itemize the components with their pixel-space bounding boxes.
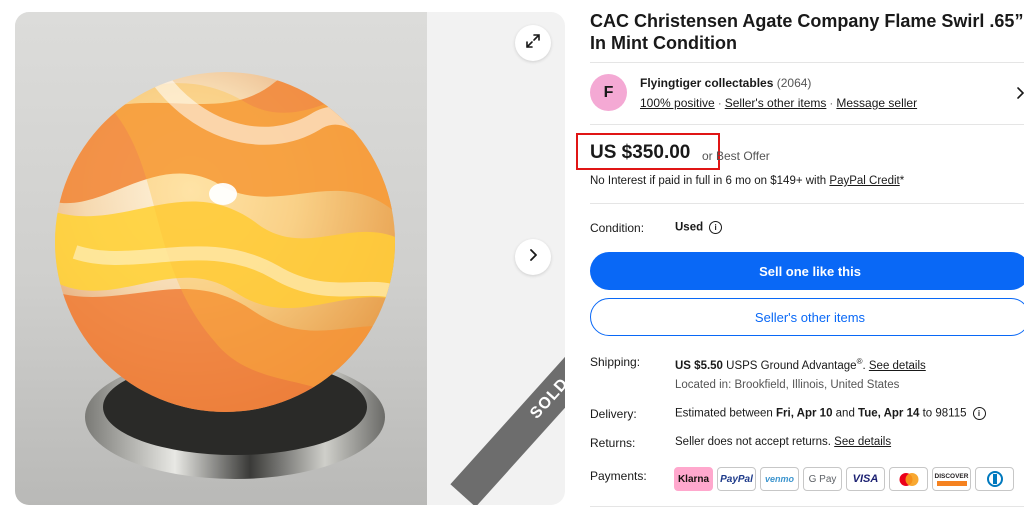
chevron-right-icon xyxy=(526,248,540,267)
delivery-suffix: to 98115 xyxy=(919,407,967,420)
venmo-icon: venmo xyxy=(760,467,799,491)
returns-value: Seller does not accept returns. See deta… xyxy=(675,436,891,448)
info-icon[interactable]: i xyxy=(709,221,723,234)
seller-name-row: Flyingtiger collectables (2064) xyxy=(640,76,811,90)
delivery-date-end: Tue, Apr 14 xyxy=(858,407,920,420)
paypal-credit-link[interactable]: PayPal Credit xyxy=(829,175,899,187)
divider xyxy=(590,62,1024,63)
shipping-value: US $5.50 USPS Ground Advantage®. See det… xyxy=(675,357,926,372)
divider xyxy=(590,124,1024,125)
next-image-button[interactable] xyxy=(515,239,551,275)
payment-methods: Klarna PayPal venmo G Pay VISA DISCOVER xyxy=(674,467,1014,491)
delivery-prefix: Estimated between xyxy=(675,407,777,420)
image-gallery: SOLD xyxy=(15,12,565,505)
delivery-date-start: Fri, Apr 10 xyxy=(776,407,833,420)
shipping-service: USPS Ground Advantage xyxy=(722,359,857,372)
returns-text: Seller does not accept returns. xyxy=(675,436,835,448)
best-offer-text: or Best Offer xyxy=(702,149,770,163)
seller-name[interactable]: Flyingtiger collectables xyxy=(640,76,773,90)
sold-label: SOLD xyxy=(527,374,565,423)
seller-links: 100% positive · Seller's other items · Messa… xyxy=(640,96,917,110)
expand-icon xyxy=(525,33,541,54)
shipping-details-link[interactable]: See details xyxy=(869,360,926,372)
divider xyxy=(590,506,1024,507)
seller-avatar[interactable]: F xyxy=(590,74,627,111)
mastercard-icon xyxy=(889,467,928,491)
info-icon[interactable]: i xyxy=(972,407,986,420)
sold-ribbon: SOLD xyxy=(450,291,565,505)
expand-image-button[interactable] xyxy=(515,25,551,61)
financing-text: No Interest if paid in full in 6 mo on $… xyxy=(590,175,904,187)
payments-label: Payments: xyxy=(590,469,647,483)
diners-club-icon xyxy=(975,467,1014,491)
google-pay-icon: G Pay xyxy=(803,467,842,491)
condition-value: Used i xyxy=(675,221,723,234)
message-seller-link[interactable]: Message seller xyxy=(836,96,917,110)
shipping-label: Shipping: xyxy=(590,355,641,369)
condition-label: Condition: xyxy=(590,221,645,235)
seller-positive-link[interactable]: 100% positive xyxy=(640,96,715,110)
seller-card: F Flyingtiger collectables (2064) 100% p… xyxy=(590,72,1024,116)
shipping-price: US $5.50 xyxy=(675,359,723,372)
item-title: CAC Christensen Agate Company Flame Swir… xyxy=(590,11,1024,53)
discover-label: DISCOVER xyxy=(934,472,969,480)
discover-icon: DISCOVER xyxy=(932,467,971,491)
condition-text: Used xyxy=(675,221,704,234)
financing-prefix: No Interest if paid in full in 6 mo on $… xyxy=(590,175,830,187)
item-price: US $350.00 xyxy=(590,142,691,163)
delivery-label: Delivery: xyxy=(590,407,637,421)
visa-icon: VISA xyxy=(846,467,885,491)
delivery-value: Estimated between Fri, Apr 10 and Tue, A… xyxy=(675,407,986,420)
financing-suffix: * xyxy=(899,175,905,187)
product-photo[interactable] xyxy=(15,12,427,505)
chevron-right-icon[interactable] xyxy=(1016,86,1024,105)
separator: · xyxy=(829,96,834,110)
separator: · xyxy=(717,96,722,110)
klarna-icon: Klarna xyxy=(674,467,713,491)
returns-details-link[interactable]: See details xyxy=(834,436,891,448)
sell-one-like-this-button[interactable]: Sell one like this xyxy=(590,252,1024,290)
item-details: CAC Christensen Agate Company Flame Swir… xyxy=(576,0,1024,517)
seller-feedback-count: (2064) xyxy=(776,76,812,90)
item-location: Located in: Brookfield, Illinois, United… xyxy=(675,379,900,391)
sellers-other-items-button[interactable]: Seller's other items xyxy=(590,298,1024,336)
delivery-and: and xyxy=(832,407,859,420)
seller-other-items-link[interactable]: Seller's other items xyxy=(725,96,827,110)
returns-label: Returns: xyxy=(590,436,636,450)
paypal-icon: PayPal xyxy=(717,467,756,491)
divider xyxy=(590,203,1024,204)
